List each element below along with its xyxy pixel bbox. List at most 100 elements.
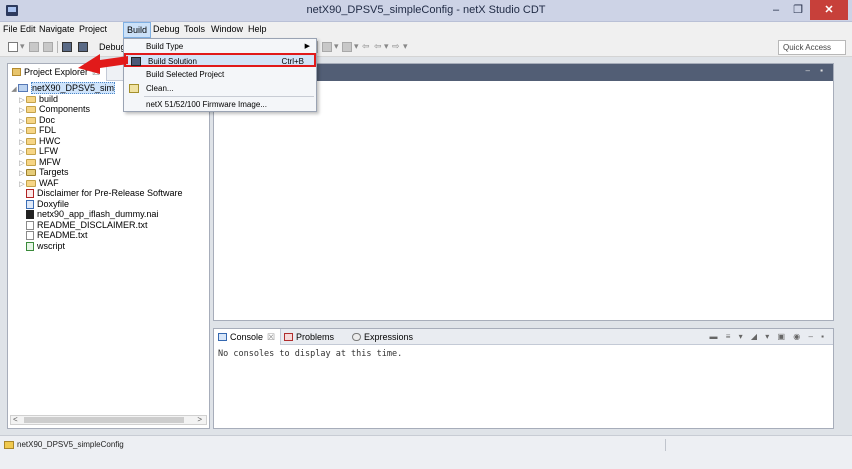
menu-tools[interactable]: Tools [184,24,205,34]
doxyfile-icon [26,199,34,209]
menu-item-label: Build Solution [148,57,197,66]
script-file-icon [26,241,34,251]
scrollbar-thumb[interactable] [24,417,184,423]
save-all-icon[interactable] [43,42,53,52]
file-label: README.txt [37,230,88,240]
tree-item-folder[interactable]: ▷ Doc [8,115,209,126]
folder-label: MFW [39,156,61,167]
close-icon[interactable]: ☒ [267,332,275,342]
pdf-icon [26,189,34,198]
forward-dropdown-icon[interactable]: ▾ [403,41,408,52]
annotation-arrow-icon [78,54,128,74]
folder-label: Components [39,104,91,114]
build-icon [131,57,141,66]
folder-label: FDL [39,125,57,135]
tree-item-folder[interactable]: ▷ MFW [8,157,209,168]
folder-icon [26,137,36,145]
scroll-right-icon[interactable]: > [197,415,202,424]
back-dropdown-icon[interactable]: ▾ [384,41,389,52]
project-explorer-icon [12,68,21,76]
menu-edit[interactable]: Edit [20,24,36,34]
tab-expressions[interactable]: Expressions [348,329,418,345]
menu-item-shortcut: Ctrl+B [281,57,304,66]
clean-icon [129,84,139,93]
problems-icon [284,333,293,341]
tree-item-folder[interactable]: ▷ HWC [8,136,209,147]
menu-item-clean[interactable]: Clean... [124,82,316,96]
minimize-maximize-icon[interactable]: – ▪ [805,66,827,75]
new-dropdown-arrow-icon[interactable]: ▾ [20,41,25,52]
binary-file-icon [26,210,34,219]
folder-icon [26,95,36,103]
menu-item-build-type[interactable]: Build Type ▶ [124,40,316,54]
folder-icon [26,116,36,124]
last-edit-icon[interactable]: ⇦ [362,41,370,52]
tree-item-file[interactable]: Doxyfile [8,199,209,210]
menu-item-build-selected-project[interactable]: Build Selected Project [124,68,316,82]
file-label: wscript [37,240,66,251]
menu-window[interactable]: Window [211,24,243,34]
folder-label: Targets [39,167,69,177]
tree-item-folder[interactable]: ▷ LFW [8,146,209,157]
restore-button[interactable]: ❐ [788,0,808,20]
menu-item-build-solution[interactable]: Build Solution Ctrl+B [124,53,316,67]
scroll-left-icon[interactable]: < [13,415,18,424]
menu-debug[interactable]: Debug [153,24,180,34]
folder-icon [26,106,36,113]
submenu-arrow-icon: ▶ [304,43,310,50]
new-file-icon[interactable] [8,42,18,52]
menu-navigate[interactable]: Navigate [39,24,75,34]
status-separator [665,439,666,451]
folder-label: HWC [39,135,61,146]
prev-annotation-dropdown-icon[interactable]: ▾ [354,41,359,52]
forward-icon[interactable]: ⇨ [392,41,400,52]
folder-icon [26,127,36,134]
tree-item-file[interactable]: netx90_app_iflash_dummy.nai [8,209,209,220]
text-file-icon [26,220,34,230]
toolbar-separator [57,41,58,53]
tree-item-file[interactable]: README_DISCLAIMER.txt [8,220,209,231]
next-annotation-icon[interactable] [322,42,332,52]
menu-item-label: Build Selected Project [146,70,225,79]
workbench: Project Explorer☒ ◢netX90_DPSV5_sim ▷bui… [0,57,852,435]
menu-bar: File Edit Navigate Project Build Debug T… [0,22,852,38]
back-icon[interactable]: ⇦ [374,41,382,52]
folder-icon [26,148,36,155]
horizontal-scrollbar[interactable]: < > [10,415,207,425]
close-button[interactable]: ✕ [810,0,848,20]
status-text: netX90_DPSV5_simpleConfig [17,440,124,449]
build-icon[interactable] [62,42,72,52]
menu-file[interactable]: File [3,24,18,34]
project-icon [18,84,28,92]
file-label: netx90_app_iflash_dummy.nai [37,209,159,219]
console-icon [218,333,227,341]
tree-item-folder[interactable]: ▷ FDL [8,125,209,136]
menu-item-label: Clean... [146,84,174,93]
tree-item-folder[interactable]: ▷ Targets [8,167,209,178]
build-menu-dropdown: Build Type ▶ Build Solution Ctrl+B Build… [123,38,317,112]
menu-help[interactable]: Help [248,24,267,34]
arrow-shape [78,54,128,74]
menu-item-label: Build Type [146,42,184,51]
tree-item-file[interactable]: Disclaimer for Pre-Release Software [8,188,209,199]
folder-icon [26,179,36,187]
menu-project[interactable]: Project [79,24,107,34]
window-title: netX90_DPSV5_simpleConfig - netX Studio … [306,4,546,16]
folder-label: WAF [39,177,59,188]
prev-annotation-icon[interactable] [342,42,352,52]
minimize-button[interactable]: – [766,0,786,20]
folder-icon [26,158,36,166]
tree-item-file[interactable]: README.txt [8,230,209,241]
tree-item-folder[interactable]: ▷ WAF [8,178,209,189]
folder-label: build [39,93,59,104]
menu-build[interactable]: Build [123,22,152,38]
next-annotation-dropdown-icon[interactable]: ▾ [334,41,339,52]
project-name: netX90_DPSV5_sim [31,82,116,94]
tab-problems[interactable]: Problems [280,329,339,345]
menu-item-firmware-image[interactable]: netX 51/52/100 Firmware Image... [124,98,316,112]
tab-console[interactable]: Console ☒ [214,329,282,345]
console-toolbar-icons[interactable]: ▬ ≡ ▾ ◢ ▾ ▣ ◉ – ▪ [710,332,827,341]
quick-access-input[interactable]: Quick Access [778,40,846,55]
tree-item-file[interactable]: wscript [8,241,209,252]
save-icon[interactable] [29,42,39,52]
